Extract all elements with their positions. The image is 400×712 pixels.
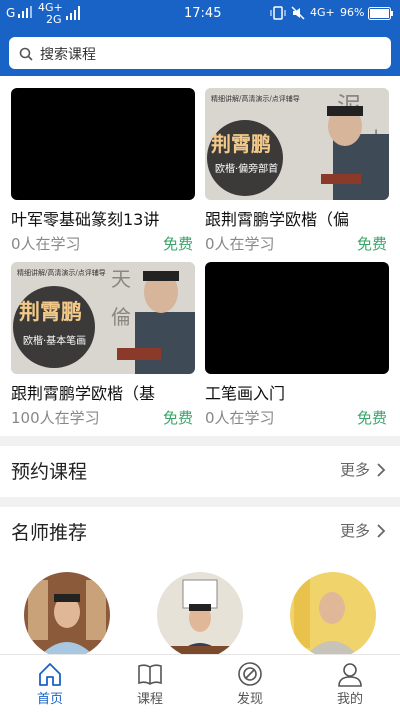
svg-text:倫: 倫 — [111, 305, 131, 329]
course-title: 跟荆霄鹏学欧楷（基 — [11, 384, 156, 403]
compass-icon — [238, 662, 262, 686]
home-icon — [39, 663, 61, 686]
bottom-tab-bar: 首页 课程 发现 我的 — [0, 654, 400, 712]
network-type-3: 4G+ — [310, 6, 335, 19]
chevron-right-icon — [376, 462, 386, 482]
course-learners: 0人在学习 — [205, 235, 275, 253]
course-learners: 0人在学习 — [205, 409, 275, 427]
course-thumbnail[interactable]: 天 倫 精细讲解/高清演示/点评辅导 荆霄鹏 欧楷·基本笔画 — [11, 262, 195, 374]
mute-icon — [291, 6, 305, 23]
vibrate-icon — [270, 6, 286, 23]
tab-label: 课程 — [136, 692, 163, 707]
thumb-caption: 精细讲解/高清演示/点评辅导 — [17, 269, 106, 277]
search-icon — [19, 46, 33, 65]
course-card[interactable]: 泥 小 精细讲解/高清演示/点评辅导 荆霄鹏 欧楷·偏旁部首 跟荆霄鹏学欧楷（偏… — [205, 88, 391, 253]
signal-bars-icon — [18, 6, 32, 21]
thumb-subtitle: 欧楷·基本笔画 — [23, 336, 87, 347]
tab-label: 首页 — [36, 692, 63, 707]
chevron-right-icon — [376, 523, 386, 543]
book-icon — [138, 664, 162, 685]
course-learners: 100人在学习 — [11, 409, 100, 427]
battery-icon — [368, 7, 394, 23]
signal-bars-icon-2 — [66, 6, 82, 23]
tab-courses[interactable]: 课程 — [100, 655, 200, 712]
section-divider — [0, 497, 400, 507]
course-title: 叶军零基础篆刻13讲 — [11, 210, 160, 229]
user-icon — [338, 663, 362, 687]
course-card[interactable]: 叶军零基础篆刻13讲 0人在学习 免费 — [11, 88, 197, 253]
course-title: 跟荆霄鹏学欧楷（偏 — [205, 210, 350, 229]
course-thumbnail[interactable] — [11, 88, 195, 200]
course-title: 工笔画入门 — [205, 384, 286, 403]
course-card[interactable]: 工笔画入门 0人在学习 免费 — [205, 262, 391, 427]
battery-percent: 96% — [340, 6, 365, 19]
search-input[interactable]: 搜索课程 — [9, 37, 391, 69]
course-price: 免费 — [162, 235, 193, 253]
section-divider — [0, 436, 400, 446]
reserve-more-button[interactable]: 更多 — [326, 459, 386, 481]
course-price: 免费 — [356, 235, 387, 253]
thumb-teacher-name: 荆霄鹏 — [19, 299, 82, 324]
teacher-section-title: 名师推荐 — [11, 522, 88, 544]
course-price: 免费 — [162, 409, 193, 427]
course-learners: 0人在学习 — [11, 235, 81, 253]
course-thumbnail[interactable]: 泥 小 精细讲解/高清演示/点评辅导 荆霄鹏 欧楷·偏旁部首 — [205, 88, 389, 200]
tab-profile[interactable]: 我的 — [300, 655, 400, 712]
more-label: 更多 — [339, 461, 370, 479]
tab-home[interactable]: 首页 — [0, 655, 100, 712]
tab-label: 我的 — [336, 692, 363, 707]
teacher-avatar[interactable] — [157, 572, 243, 658]
course-thumbnail[interactable] — [205, 262, 389, 374]
search-placeholder: 搜索课程 — [40, 47, 96, 63]
tab-label: 发现 — [236, 692, 263, 707]
teacher-more-button[interactable]: 更多 — [326, 520, 386, 542]
thumb-subtitle: 欧楷·偏旁部首 — [215, 164, 279, 175]
more-label: 更多 — [339, 522, 370, 540]
course-price: 免费 — [356, 409, 387, 427]
teacher-avatar[interactable] — [290, 572, 376, 658]
thumb-teacher-name: 荆霄鹏 — [211, 132, 271, 156]
network-type-2: 2G — [46, 13, 62, 26]
reserve-section-title: 预约课程 — [11, 461, 88, 483]
status-bar: G 4G+ 2G 17:45 4G+ 96% — [0, 0, 400, 28]
clock: 17:45 — [184, 6, 222, 21]
course-card[interactable]: 天 倫 精细讲解/高清演示/点评辅导 荆霄鹏 欧楷·基本笔画 跟荆霄鹏学欧楷（基… — [11, 262, 197, 427]
thumb-caption: 精细讲解/高清演示/点评辅导 — [211, 95, 300, 103]
tab-discover[interactable]: 发现 — [200, 655, 300, 712]
search-header: 搜索课程 — [0, 28, 400, 76]
svg-text:天: 天 — [111, 267, 131, 291]
signal-label: G — [6, 6, 16, 20]
teacher-avatar[interactable] — [24, 572, 110, 658]
